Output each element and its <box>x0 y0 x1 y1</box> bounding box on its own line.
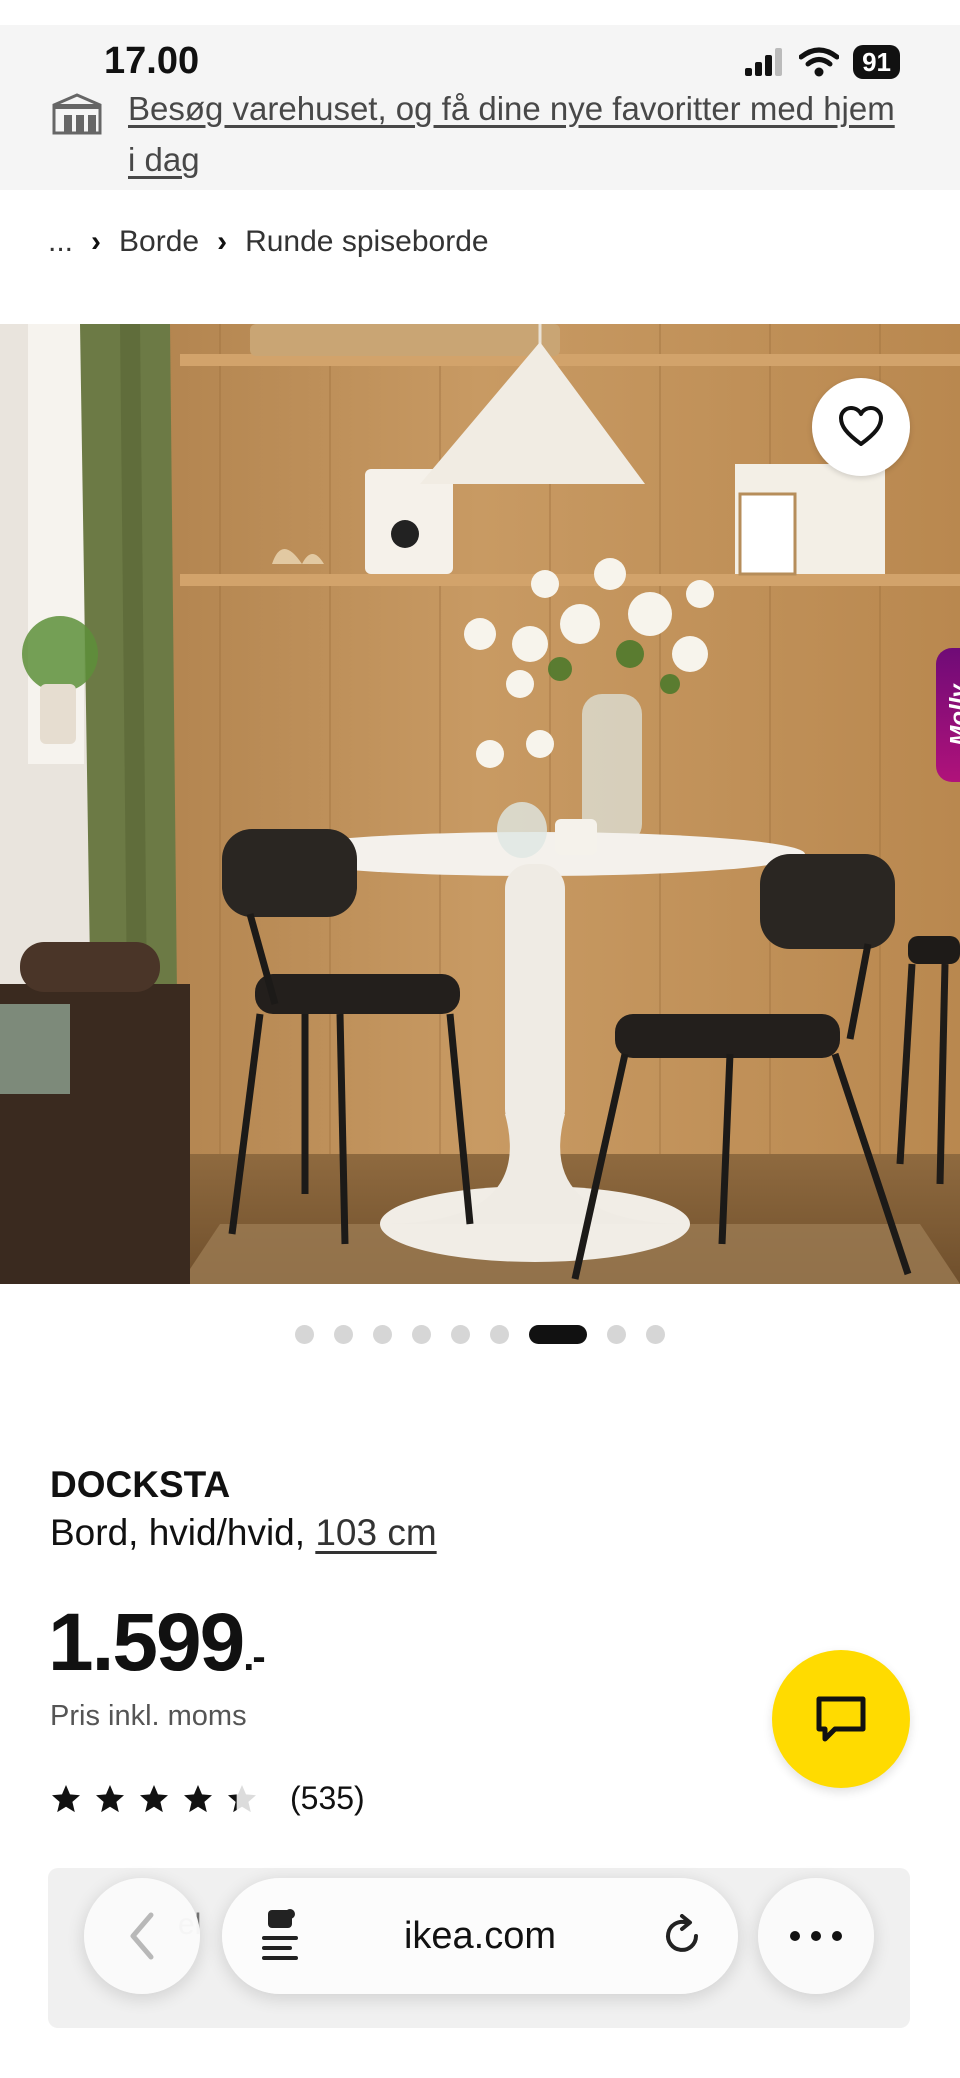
status-icons: 91 <box>745 44 900 80</box>
carousel-dot[interactable] <box>373 1324 392 1344</box>
chat-button[interactable] <box>772 1650 910 1788</box>
breadcrumb-item-runde-spiseborde[interactable]: Runde spiseborde <box>245 225 489 259</box>
star-filled-icon <box>184 1784 212 1812</box>
molly-tab-label: Molly <box>946 684 960 746</box>
carousel-dot[interactable] <box>412 1324 431 1344</box>
wifi-icon <box>799 47 840 77</box>
carousel-dot-active[interactable] <box>529 1324 587 1344</box>
chevron-right-icon: › <box>91 225 102 258</box>
more-dots-icon <box>790 1931 842 1941</box>
browser-more-button[interactable] <box>758 1878 874 1994</box>
product-size-link[interactable]: 103 cm <box>315 1512 436 1553</box>
product-price: 1.599.- <box>48 1596 266 1690</box>
page: Besøg varehuset, og få dine nye favoritt… <box>0 0 960 2078</box>
molly-assistant-tab[interactable]: Molly <box>936 648 960 782</box>
carousel-dot[interactable] <box>646 1324 665 1344</box>
chevron-left-icon <box>130 1912 154 1960</box>
image-carousel-dots <box>0 1322 960 1346</box>
battery-indicator: 91 <box>853 45 900 79</box>
product-name: DOCKSTA <box>50 1464 231 1505</box>
star-partial-icon <box>228 1784 256 1812</box>
carousel-dot[interactable] <box>334 1324 353 1344</box>
status-time: 17.00 <box>104 40 200 82</box>
price-suffix: .- <box>243 1635 265 1679</box>
carousel-dot[interactable] <box>607 1324 626 1344</box>
price-note: Pris inkl. moms <box>50 1700 247 1732</box>
breadcrumb: ... › Borde › Runde spiseborde <box>48 222 489 262</box>
product-image[interactable] <box>0 324 960 1284</box>
star-filled-icon <box>140 1784 168 1812</box>
reload-icon[interactable] <box>660 1914 704 1958</box>
breadcrumb-ellipsis[interactable]: ... <box>48 225 73 259</box>
product-description: Bord, hvid/hvid, 103 cm <box>50 1512 437 1554</box>
product-rating[interactable]: (535) <box>50 1780 365 1817</box>
store-icon <box>52 93 102 135</box>
carousel-dot[interactable] <box>451 1324 470 1344</box>
carousel-dot[interactable] <box>490 1324 509 1344</box>
review-count[interactable]: (535) <box>290 1780 365 1817</box>
breadcrumb-item-borde[interactable]: Borde <box>119 225 199 259</box>
signal-icon <box>745 48 783 76</box>
product-type-color: Bord, hvid/hvid, <box>50 1512 316 1553</box>
star-filled-icon <box>96 1784 124 1812</box>
heart-icon <box>839 406 883 446</box>
chat-bubble-icon <box>816 1696 866 1742</box>
star-filled-icon <box>52 1784 80 1812</box>
carousel-dot[interactable] <box>295 1324 314 1344</box>
favorite-button[interactable] <box>812 378 910 476</box>
store-banner-link[interactable]: Besøg varehuset, og få dine nye favoritt… <box>128 83 908 185</box>
chevron-right-icon: › <box>217 225 228 258</box>
browser-address-bar[interactable]: ikea.com <box>222 1878 738 1994</box>
product-photo <box>0 324 960 1284</box>
price-value: 1.599 <box>48 1597 245 1688</box>
browser-back-button[interactable] <box>84 1878 200 1994</box>
